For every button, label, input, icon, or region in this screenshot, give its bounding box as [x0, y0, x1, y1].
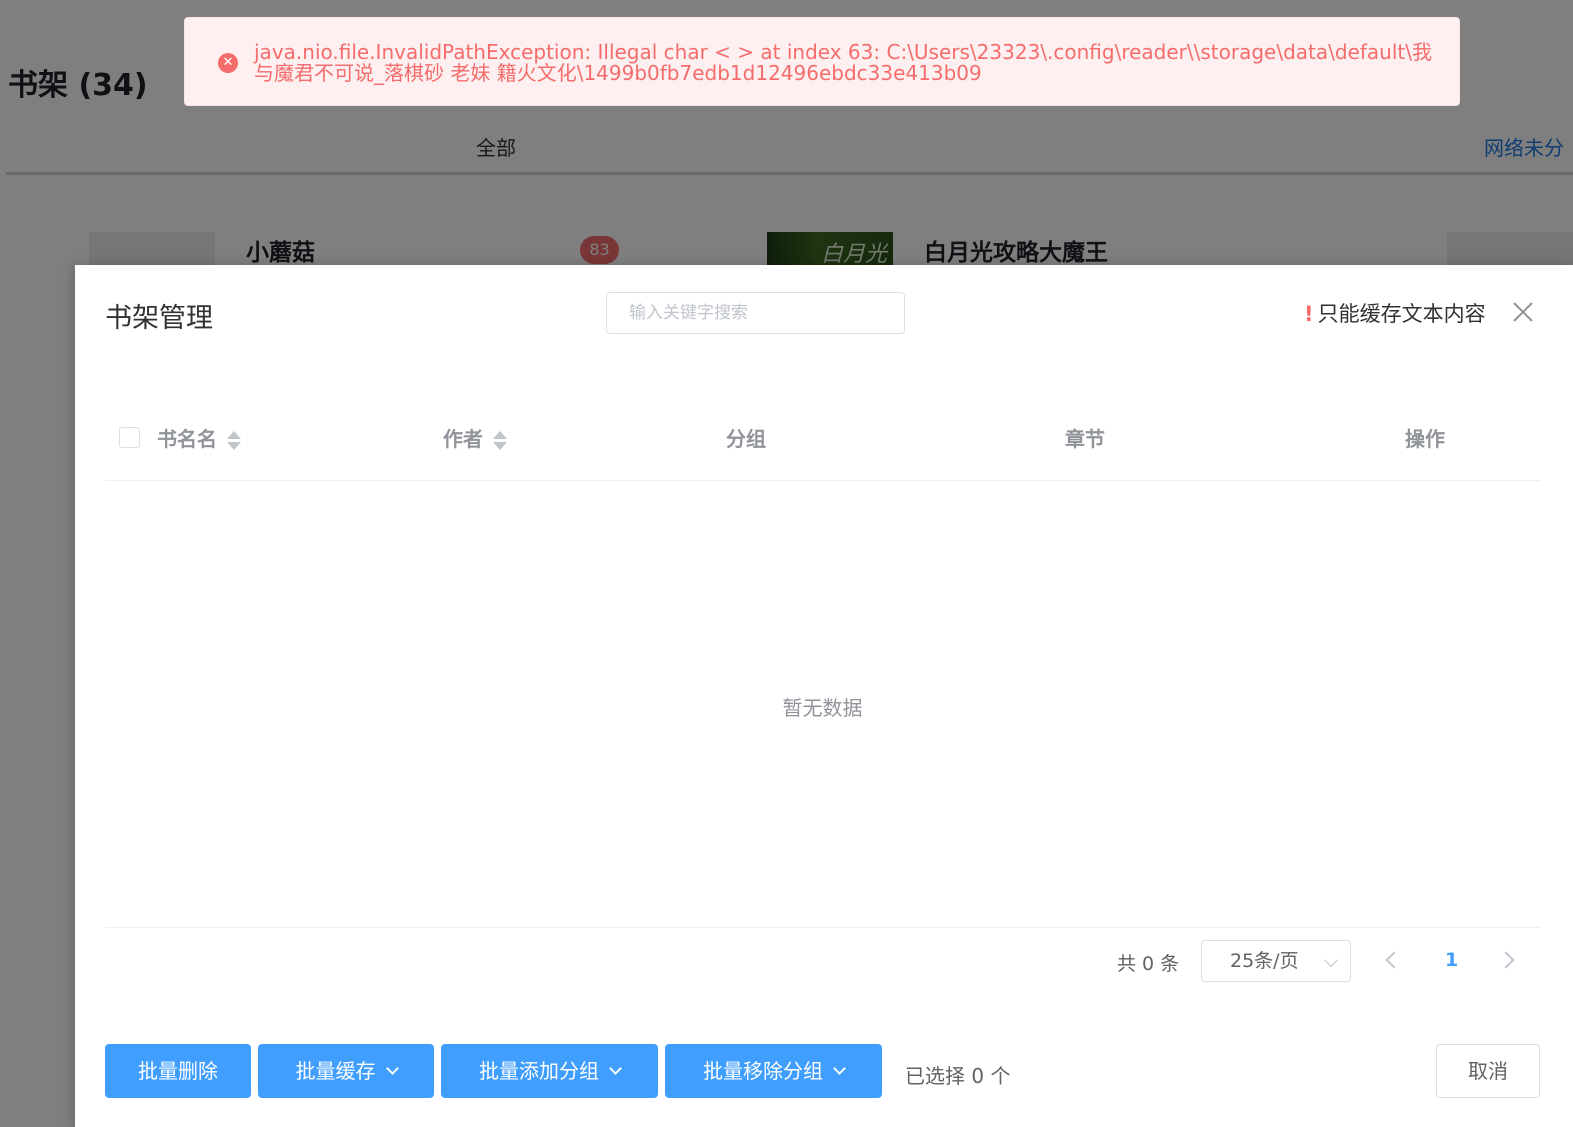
- column-author[interactable]: 作者: [443, 423, 507, 452]
- column-action: 操作: [1405, 427, 1445, 451]
- batch-remove-group-label: 批量移除分组: [703, 1059, 823, 1083]
- error-message-text: java.nio.file.InvalidPathException: Ille…: [254, 40, 1432, 85]
- page-size-value: 25条/页: [1230, 950, 1299, 972]
- dialog-title: 书架管理: [105, 303, 213, 334]
- chevron-down-icon: [833, 1062, 846, 1075]
- chevron-down-icon: [609, 1062, 622, 1075]
- column-name[interactable]: 书名名: [157, 423, 241, 452]
- total-count: 共 0 条: [1117, 953, 1180, 975]
- next-page-button[interactable]: [1497, 951, 1515, 969]
- close-circle-icon: ✕: [218, 53, 238, 73]
- batch-delete-button[interactable]: 批量删除: [105, 1044, 251, 1098]
- column-chapter: 章节: [1065, 427, 1105, 451]
- chevron-down-icon: [1323, 952, 1339, 968]
- sort-icon[interactable]: [227, 430, 241, 452]
- cache-warning: ! 只能缓存文本内容: [1304, 298, 1486, 328]
- batch-cache-button[interactable]: 批量缓存: [258, 1044, 434, 1098]
- column-author-label: 作者: [443, 427, 483, 451]
- batch-add-group-label: 批量添加分组: [479, 1059, 599, 1083]
- empty-text: 暂无数据: [782, 696, 863, 720]
- page-size-select[interactable]: 25条/页: [1201, 940, 1351, 982]
- select-all-checkbox[interactable]: [119, 427, 140, 448]
- cache-warning-text: 只能缓存文本内容: [1317, 302, 1486, 326]
- selected-count: 已选择 0 个: [905, 1064, 1011, 1088]
- sort-icon[interactable]: [493, 430, 507, 452]
- batch-remove-group-button[interactable]: 批量移除分组: [665, 1044, 882, 1098]
- table-header: 书名名 作者 分组 章节 操作: [105, 397, 1540, 481]
- dialog-footer: 批量删除 批量缓存 批量添加分组 批量移除分组 已选择 0 个 取消: [75, 1044, 1573, 1098]
- cancel-button[interactable]: 取消: [1436, 1044, 1540, 1098]
- column-group: 分组: [726, 427, 766, 451]
- close-icon[interactable]: [1511, 300, 1535, 324]
- batch-cache-label: 批量缓存: [295, 1059, 376, 1083]
- exclamation-icon: !: [1304, 302, 1314, 326]
- error-message: ✕ java.nio.file.InvalidPathException: Il…: [184, 17, 1460, 106]
- table-body: 暂无数据: [105, 482, 1540, 928]
- search-input[interactable]: [606, 292, 905, 334]
- column-name-label: 书名名: [157, 427, 217, 451]
- prev-page-button[interactable]: [1385, 951, 1403, 969]
- batch-add-group-button[interactable]: 批量添加分组: [441, 1044, 658, 1098]
- bookshelf-manage-dialog: 书架管理 !只能缓存文本内容 书名名 作者 分组 章节 操作 暂无数据 共 0 …: [75, 265, 1573, 1127]
- batch-delete-label: 批量删除: [138, 1059, 218, 1083]
- pagination: 共 0 条 25条/页 1: [75, 940, 1573, 982]
- chevron-down-icon: [385, 1062, 399, 1075]
- page-number[interactable]: 1: [1445, 949, 1458, 971]
